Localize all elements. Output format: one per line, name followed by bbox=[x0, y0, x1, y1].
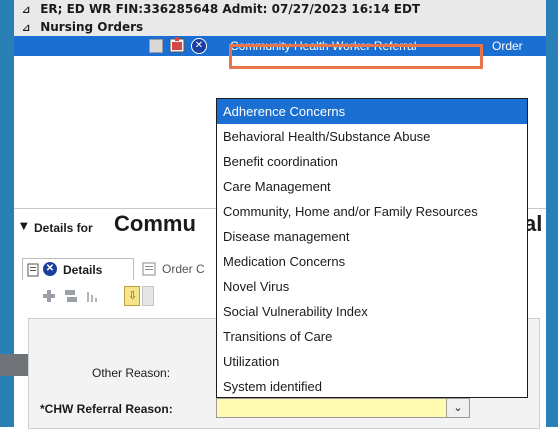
details-prefix: Details for bbox=[34, 221, 93, 235]
order-type: Order bbox=[492, 39, 523, 53]
dropdown-option[interactable]: Social Vulnerability Index bbox=[217, 299, 527, 324]
dropdown-option[interactable]: Novel Virus bbox=[217, 274, 527, 299]
cancel-circle-icon[interactable]: ✕ bbox=[191, 38, 207, 54]
dropdown-option[interactable]: Community, Home and/or Family Resources bbox=[217, 199, 527, 224]
details-tab-icon bbox=[27, 263, 39, 277]
documents-icon[interactable] bbox=[62, 286, 80, 306]
dropdown-option[interactable]: Disease management bbox=[217, 224, 527, 249]
prescription-icon bbox=[169, 37, 185, 53]
nursing-orders-label: Nursing Orders bbox=[40, 20, 144, 34]
other-reason-label: Other Reason: bbox=[92, 366, 171, 380]
chw-referral-reason-label: *CHW Referral Reason: bbox=[40, 402, 173, 416]
collapse-details-icon[interactable]: ▼ bbox=[20, 221, 28, 232]
dropdown-option[interactable]: Utilization bbox=[217, 349, 527, 374]
tab-order-comments-label: Order C bbox=[162, 262, 205, 276]
dropdown-option[interactable]: System identified bbox=[217, 374, 527, 399]
chw-referral-reason-select[interactable]: ⌄ bbox=[216, 398, 470, 418]
encounter-text: ER; ED WR FIN:336285648 Admit: 07/27/202… bbox=[40, 2, 421, 16]
tab-order-comments[interactable]: Order C bbox=[138, 258, 228, 280]
highlight-box bbox=[229, 44, 483, 69]
dropdown-option[interactable]: Behavioral Health/Substance Abuse bbox=[217, 124, 527, 149]
dropdown-option[interactable]: Care Management bbox=[217, 174, 527, 199]
tab-details-label: Details bbox=[63, 263, 103, 277]
arrow-down-icon[interactable]: ⇩ bbox=[124, 286, 140, 306]
dropdown-option[interactable]: Transitions of Care bbox=[217, 324, 527, 349]
chw-reason-dropdown-list[interactable]: Adherence Concerns Behavioral Health/Sub… bbox=[216, 98, 528, 398]
dropdown-option[interactable]: Medication Concerns bbox=[217, 249, 527, 274]
comment-tab-icon bbox=[142, 262, 156, 276]
chart-icon[interactable] bbox=[84, 286, 102, 306]
chevron-down-icon[interactable]: ⌄ bbox=[446, 399, 469, 417]
add-icon[interactable] bbox=[40, 286, 58, 306]
checkbox-icon[interactable] bbox=[149, 39, 163, 53]
nursing-orders-header[interactable]: ⊿ Nursing Orders bbox=[14, 18, 546, 36]
cancel-circle-icon: ✕ bbox=[43, 262, 57, 276]
tab-details[interactable]: ✕ Details bbox=[22, 258, 134, 280]
dropdown-option[interactable]: Benefit coordination bbox=[217, 149, 527, 174]
scroll-button[interactable] bbox=[142, 286, 154, 306]
details-title-left: Commu bbox=[114, 211, 196, 236]
background-right bbox=[546, 0, 558, 427]
dropdown-option[interactable]: Adherence Concerns bbox=[217, 99, 527, 124]
encounter-header[interactable]: ⊿ ER; ED WR FIN:336285648 Admit: 07/27/2… bbox=[14, 0, 546, 18]
